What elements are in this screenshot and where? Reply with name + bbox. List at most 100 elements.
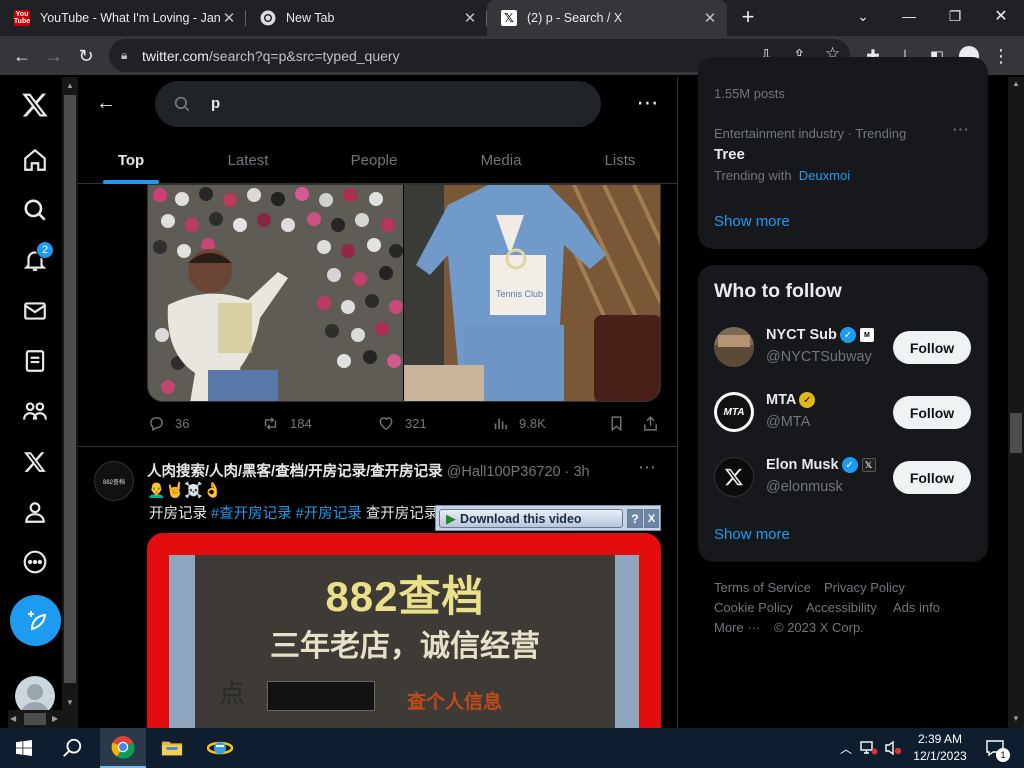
tweet-media-grid[interactable]: Tennis Club	[147, 184, 661, 402]
lists-icon[interactable]	[18, 344, 52, 378]
tab-search-chevron-icon[interactable]: ⌄	[840, 0, 886, 32]
follow-suggestion[interactable]: NYCT Sub ✓ M @NYCTSubway Follow	[698, 317, 988, 382]
mta-avatar[interactable]: MTA	[714, 392, 754, 432]
scroll-down-arrow-icon[interactable]: ▼	[62, 694, 78, 710]
close-icon[interactable]: ✕	[461, 9, 479, 27]
tab-lists[interactable]: Lists	[580, 137, 660, 184]
page-scrollbar-thumb[interactable]	[1010, 413, 1022, 453]
download-help-button[interactable]: ?	[627, 509, 643, 528]
views-action[interactable]: 9.8K	[492, 415, 546, 432]
taskbar-search-icon[interactable]	[50, 728, 94, 768]
repost-action[interactable]: 184	[261, 415, 312, 432]
back-arrow-icon[interactable]: ←	[7, 41, 37, 71]
communities-icon[interactable]	[18, 394, 52, 428]
profile-icon[interactable]	[18, 495, 52, 529]
tab-latest[interactable]: Latest	[208, 137, 288, 184]
horizontal-scrollbar-thumb[interactable]	[24, 713, 46, 725]
footer-link-accessibility[interactable]: Accessibility	[806, 600, 877, 615]
footer-link-more[interactable]: More ···	[714, 620, 760, 635]
tweet-time[interactable]: · 3h	[565, 464, 590, 480]
tweet-photo-right[interactable]: Tennis Club	[404, 185, 660, 401]
scroll-down-arrow-icon[interactable]: ▼	[1012, 714, 1020, 723]
trends-show-more-link[interactable]: Show more	[714, 213, 790, 230]
who-to-follow-show-more-link[interactable]: Show more	[714, 526, 790, 543]
follow-button[interactable]: Follow	[893, 461, 971, 494]
tweet-author-avatar[interactable]: 882查档	[94, 461, 134, 501]
account-handle[interactable]: @elonmusk	[766, 479, 843, 495]
taskbar-chrome-button[interactable]	[100, 728, 146, 768]
account-name[interactable]: Elon Musk	[766, 457, 839, 473]
home-icon[interactable]	[18, 143, 52, 177]
taskbar-file-explorer-icon[interactable]	[150, 728, 194, 768]
new-tab-button[interactable]: +	[736, 4, 760, 30]
more-options-icon[interactable]: ⋯	[634, 90, 662, 115]
follow-button[interactable]: Follow	[893, 331, 971, 364]
tab-youtube[interactable]: You Tube YouTube - What I'm Loving - Jan …	[0, 0, 246, 36]
scroll-left-arrow-icon[interactable]: ◀	[10, 714, 16, 723]
tab-top[interactable]: Top	[98, 137, 164, 184]
tweet-author-name[interactable]: 人肉搜索/人肉/黑客/查档/开房记录/查开房记录	[147, 464, 443, 480]
compose-post-button[interactable]	[10, 595, 61, 646]
premium-x-icon[interactable]	[18, 445, 52, 479]
hashtag-link[interactable]: #开房记录	[296, 506, 362, 522]
tab-new-tab[interactable]: New Tab ✕	[246, 0, 487, 36]
tab-people[interactable]: People	[334, 137, 414, 184]
messages-envelope-icon[interactable]	[18, 294, 52, 328]
tray-chevron-up-icon[interactable]: ︿	[836, 728, 856, 768]
network-icon[interactable]	[858, 728, 880, 768]
account-handle[interactable]: @NYCTSubway	[766, 349, 872, 365]
elon-avatar[interactable]	[714, 457, 754, 497]
follow-suggestion[interactable]: Elon Musk ✓ 𝕏 @elonmusk Follow	[698, 447, 988, 512]
left-scrollbar-thumb[interactable]	[64, 95, 76, 683]
tab-x-search[interactable]: 𝕏 (2) p - Search / X ✕	[487, 0, 727, 36]
system-clock[interactable]: 2:39 AM 12/1/2023	[908, 731, 972, 765]
windows-start-icon[interactable]	[0, 728, 48, 768]
footer-link-cookie[interactable]: Cookie Policy	[714, 600, 793, 615]
scroll-up-arrow-icon[interactable]: ▲	[1012, 79, 1020, 88]
forward-arrow-icon[interactable]: →	[39, 41, 69, 71]
scroll-up-arrow-icon[interactable]: ▲	[62, 77, 78, 93]
tab-media[interactable]: Media	[461, 137, 541, 184]
tweet-photo-left[interactable]	[148, 185, 403, 401]
tweet-video-player[interactable]: 882查档 三年老店，诚信经营 点 查个人信息	[147, 533, 661, 728]
hashtag-link[interactable]: #查开房记录	[211, 506, 292, 522]
follow-suggestion[interactable]: MTA MTA ✓ @MTA Follow	[698, 382, 988, 447]
bookmark-action[interactable]	[608, 415, 635, 432]
reply-action[interactable]: 36	[148, 415, 189, 432]
footer-link-privacy[interactable]: Privacy Policy	[824, 580, 905, 595]
download-video-button[interactable]: ▶ Download this video	[439, 509, 623, 528]
notification-center-icon[interactable]: 1	[980, 728, 1010, 768]
account-name[interactable]: NYCT Sub	[766, 327, 837, 343]
menu-kebab-icon[interactable]: ⋮	[986, 41, 1016, 71]
volume-muted-icon[interactable]	[882, 728, 904, 768]
taskbar-app-icon[interactable]	[198, 728, 242, 768]
footer-link-ads-info[interactable]: Ads info	[893, 600, 940, 615]
trend-more-icon[interactable]: ⋯	[952, 120, 969, 140]
search-input[interactable]: p	[155, 81, 601, 127]
reload-icon[interactable]: ↻	[71, 41, 101, 71]
trending-with-link[interactable]: Deuxmoi	[799, 168, 850, 183]
nyct-avatar[interactable]	[714, 327, 754, 367]
minimize-button[interactable]: ―	[886, 0, 932, 32]
close-window-button[interactable]: ✕	[978, 0, 1024, 32]
notifications-bell-icon[interactable]: 2	[18, 241, 54, 277]
back-arrow-icon[interactable]: ←	[94, 91, 118, 115]
account-handle[interactable]: @MTA	[766, 414, 810, 430]
download-close-button[interactable]: X	[644, 509, 659, 528]
restore-button[interactable]: ❐	[932, 0, 978, 32]
tweet-author-handle[interactable]: @Hall100P36720	[447, 464, 561, 480]
page-scrollbar-track[interactable]: ▲ ▼	[1008, 77, 1024, 728]
search-icon[interactable]	[18, 193, 52, 227]
x-logo-icon[interactable]	[18, 88, 52, 122]
close-icon[interactable]: ✕	[220, 9, 238, 27]
horizontal-scrollbar[interactable]: ◀ ▶	[8, 710, 62, 728]
tweet-more-icon[interactable]: ⋯	[638, 457, 656, 478]
share-action[interactable]	[642, 415, 669, 432]
account-name[interactable]: MTA	[766, 392, 796, 408]
follow-button[interactable]: Follow	[893, 396, 971, 429]
more-circle-icon[interactable]	[18, 545, 52, 579]
like-action[interactable]: 321	[377, 415, 427, 432]
scroll-right-arrow-icon[interactable]: ▶	[52, 714, 58, 723]
footer-link-terms[interactable]: Terms of Service	[714, 580, 811, 595]
close-icon[interactable]: ✕	[701, 9, 719, 27]
